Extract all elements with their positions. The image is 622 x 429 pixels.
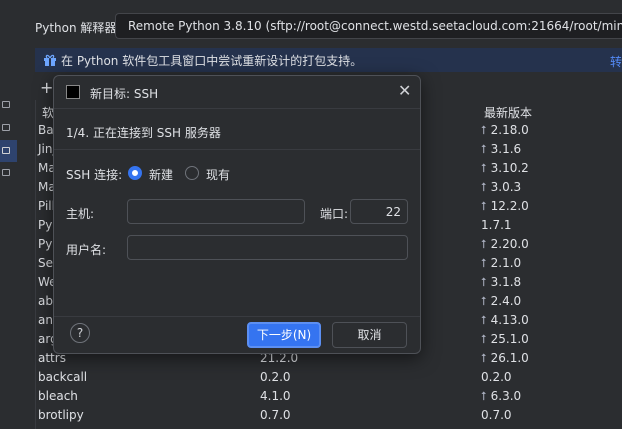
latest-version-text: 2.18.0 xyxy=(490,123,529,137)
port-input[interactable] xyxy=(350,199,408,224)
username-label: 用户名: xyxy=(66,243,107,257)
latest-version-text: 2.20.0 xyxy=(490,237,529,251)
upgrade-arrow-icon[interactable]: ⭡ xyxy=(481,351,487,365)
package-latest: ⭡ 2.20.0 xyxy=(481,237,529,252)
interpreter-label: Python 解释器: xyxy=(35,21,121,35)
latest-version-text: 3.10.2 xyxy=(490,161,529,175)
tool-icon[interactable] xyxy=(2,169,10,176)
radio-existing-label[interactable]: 现有 xyxy=(206,166,230,183)
info-banner: 在 Python 软件包工具窗口中尝试重新设计的打包支持。 转 xyxy=(35,48,622,72)
package-name: bleach xyxy=(38,389,78,403)
upgrade-arrow-icon[interactable]: ⭡ xyxy=(481,313,487,327)
latest-version-text: 3.0.3 xyxy=(490,180,522,194)
upgrade-arrow-icon[interactable]: ⭡ xyxy=(481,237,487,251)
banner-text: 在 Python 软件包工具窗口中尝试重新设计的打包支持。 xyxy=(61,53,363,68)
upgrade-arrow-icon[interactable]: ⭡ xyxy=(481,199,487,213)
latest-version-text: 25.1.0 xyxy=(490,332,529,346)
package-latest: 0.2.0 xyxy=(481,370,512,384)
latest-version-text: 12.2.0 xyxy=(490,199,529,213)
radio-new-label[interactable]: 新建 xyxy=(149,166,173,183)
package-latest: 0.7.0 xyxy=(481,408,512,422)
username-input[interactable] xyxy=(127,235,408,260)
package-latest: ⭡ 3.1.8 xyxy=(481,275,521,290)
package-latest: ⭡ 6.3.0 xyxy=(481,389,521,404)
latest-version-text: 26.1.0 xyxy=(490,351,529,365)
tool-icon[interactable] xyxy=(2,101,10,108)
upgrade-arrow-icon[interactable]: ⭡ xyxy=(481,294,487,308)
ssh-connection-label: SSH 连接: xyxy=(66,168,123,182)
cancel-button[interactable]: 取消 xyxy=(332,322,407,348)
divider xyxy=(54,316,420,317)
dialog-title: 新目标: SSH xyxy=(90,87,159,101)
package-latest: ⭡ 2.4.0 xyxy=(481,294,521,309)
radio-existing[interactable] xyxy=(185,166,199,180)
upgrade-arrow-icon[interactable]: ⭡ xyxy=(481,389,487,403)
latest-version-text: 3.1.6 xyxy=(490,142,522,156)
package-name: brotlipy xyxy=(38,408,84,422)
interpreter-value: Remote Python 3.8.10 (sftp://root@connec… xyxy=(128,19,622,33)
step-title: 1/4. 正在连接到 SSH 服务器 xyxy=(66,126,221,140)
gift-icon xyxy=(44,54,56,66)
package-latest: ⭡ 26.1.0 xyxy=(481,351,529,366)
interpreter-combobox[interactable]: Remote Python 3.8.10 (sftp://root@connec… xyxy=(115,13,622,39)
latest-version-text: 4.13.0 xyxy=(490,313,529,327)
divider xyxy=(54,149,420,150)
tool-icon[interactable] xyxy=(2,124,10,131)
package-version: 4.1.0 xyxy=(260,389,291,403)
column-header-latest[interactable]: 最新版本 xyxy=(484,104,532,121)
divider xyxy=(54,108,420,109)
package-latest: ⭡ 25.1.0 xyxy=(481,332,529,347)
latest-version-text: 6.3.0 xyxy=(490,389,522,403)
table-row[interactable]: backcall 0.2.0 0.2.0 xyxy=(36,368,622,387)
upgrade-arrow-icon[interactable]: ⭡ xyxy=(481,180,487,194)
upgrade-arrow-icon[interactable]: ⭡ xyxy=(481,123,487,137)
help-button[interactable]: ? xyxy=(70,323,90,343)
tool-icon[interactable] xyxy=(2,147,10,154)
upgrade-arrow-icon[interactable]: ⭡ xyxy=(481,256,487,270)
upgrade-arrow-icon[interactable]: ⭡ xyxy=(481,142,487,156)
package-version: 0.2.0 xyxy=(260,370,291,384)
upgrade-arrow-icon[interactable]: ⭡ xyxy=(481,161,487,175)
package-latest: ⭡ 2.18.0 xyxy=(481,123,529,138)
latest-version-text: 2.1.0 xyxy=(490,256,522,270)
banner-link[interactable]: 转 xyxy=(610,53,622,70)
package-latest: ⭡ 12.2.0 xyxy=(481,199,529,214)
table-row[interactable]: brotlipy 0.7.0 0.7.0 xyxy=(36,406,622,425)
package-latest: ⭡ 3.10.2 xyxy=(481,161,529,176)
add-package-button[interactable]: + xyxy=(40,78,53,97)
table-row[interactable]: bleach 4.1.0 ⭡ 6.3.0 xyxy=(36,387,622,406)
package-latest: ⭡ 3.1.6 xyxy=(481,142,521,157)
close-icon[interactable]: ✕ xyxy=(398,81,411,100)
next-button[interactable]: 下一步(N) xyxy=(247,322,321,348)
package-latest: ⭡ 2.1.0 xyxy=(481,256,521,271)
package-latest: 1.7.1 xyxy=(481,218,512,232)
ssh-target-dialog: 新目标: SSH ✕ 1/4. 正在连接到 SSH 服务器 SSH 连接: 新建… xyxy=(53,75,421,354)
package-name: backcall xyxy=(38,370,88,384)
latest-version-text: 2.4.0 xyxy=(490,294,522,308)
port-label: 端口: xyxy=(320,207,349,221)
latest-version-text: 1.7.1 xyxy=(481,218,512,232)
latest-version-text: 3.1.8 xyxy=(490,275,522,289)
package-version: 0.7.0 xyxy=(260,408,291,422)
host-label: 主机: xyxy=(66,207,95,221)
radio-new[interactable] xyxy=(128,166,142,180)
host-input[interactable] xyxy=(127,199,305,224)
latest-version-text: 0.7.0 xyxy=(481,408,512,422)
pycharm-logo-icon xyxy=(66,85,80,99)
package-latest: ⭡ 3.0.3 xyxy=(481,180,521,195)
upgrade-arrow-icon[interactable]: ⭡ xyxy=(481,332,487,346)
latest-version-text: 0.2.0 xyxy=(481,370,512,384)
package-latest: ⭡ 4.13.0 xyxy=(481,313,529,328)
upgrade-arrow-icon[interactable]: ⭡ xyxy=(481,275,487,289)
